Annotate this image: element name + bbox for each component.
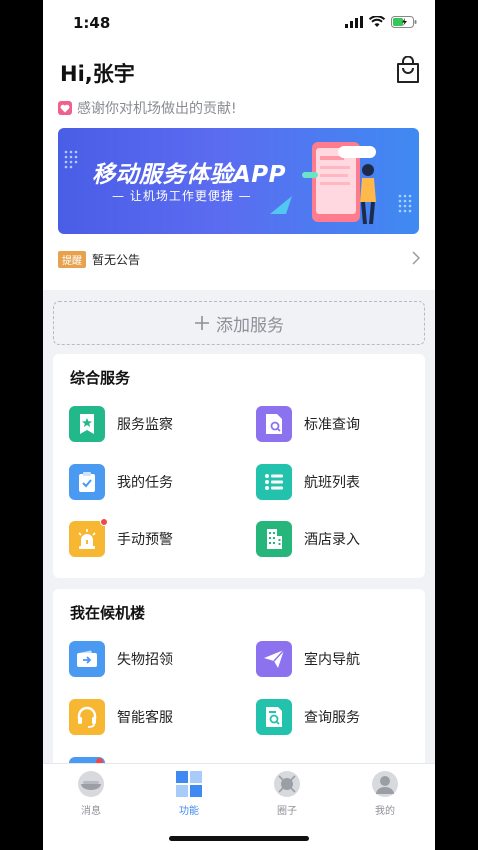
status-icons	[345, 16, 417, 28]
shopping-bag-icon[interactable]	[395, 56, 421, 84]
service-item[interactable]: 智能客服	[69, 699, 173, 735]
section-title: 综合服务	[70, 369, 131, 387]
service-item[interactable]: 手动预警	[69, 518, 173, 557]
service-label: 服务监察	[117, 417, 173, 433]
greeting-title: Hi,张宇	[60, 62, 135, 86]
user-icon	[372, 771, 398, 797]
phone-screen: 1:48 Hi,张宇 感谢你对机场做出的贡献! 移动服务体验APP — 让机场工…	[43, 0, 435, 850]
service-item[interactable]: 标准查询	[256, 406, 360, 442]
circle-icon	[274, 771, 300, 797]
tab-label: 功能	[179, 806, 199, 817]
tab-functions[interactable]: 功能	[159, 770, 219, 817]
tab-label: 圈子	[277, 806, 297, 817]
service-item[interactable]: 航班列表	[256, 464, 360, 500]
banner-subtitle: — 让机场工作更便捷 —	[112, 189, 252, 203]
notice-text: 暂无公告	[92, 252, 141, 267]
ticket-star-icon	[69, 406, 105, 442]
notice-tag: 提醒	[58, 250, 86, 268]
service-label: 标准查询	[304, 417, 360, 433]
status-bar: 1:48	[43, 0, 435, 44]
signal-icon	[345, 16, 363, 28]
promo-banner[interactable]: 移动服务体验APP — 让机场工作更便捷 —	[58, 128, 419, 234]
home-indicator	[169, 836, 309, 841]
service-item[interactable]: 酒店录入	[256, 521, 360, 557]
tab-label: 我的	[375, 806, 395, 817]
service-label: 失物招领	[117, 652, 173, 668]
add-service-label: 添加服务	[216, 315, 284, 336]
wifi-icon	[369, 16, 385, 27]
banner-title: 移动服务体验APP	[92, 162, 287, 188]
notification-dot	[100, 518, 108, 526]
service-item[interactable]: 失物招领	[69, 641, 173, 677]
message-icon	[78, 771, 104, 797]
list-icon	[256, 464, 292, 500]
paper-plane-icon	[256, 641, 292, 677]
service-item[interactable]: 服务监察	[69, 406, 173, 442]
document-search-icon	[256, 406, 292, 442]
plus-icon	[195, 316, 209, 330]
banner-phone-illustration	[302, 142, 376, 225]
service-label: 酒店录入	[304, 532, 360, 548]
chevron-right-icon	[412, 251, 420, 265]
notice-bar[interactable]: 提醒 暂无公告	[58, 250, 420, 268]
building-icon	[256, 521, 292, 557]
banner-dots-decoration	[64, 150, 78, 169]
alarm-icon	[69, 518, 108, 557]
tab-label: 消息	[81, 806, 101, 817]
service-label: 智能客服	[117, 710, 173, 726]
wallet-icon	[69, 641, 105, 677]
section-title: 我在候机楼	[70, 604, 146, 622]
service-label: 手动预警	[117, 532, 173, 548]
tab-messages[interactable]: 消息	[61, 770, 121, 817]
service-label: 查询服务	[304, 710, 360, 726]
service-item[interactable]: 我的任务	[69, 464, 173, 500]
thanks-line: 感谢你对机场做出的贡献!	[58, 98, 237, 118]
headset-icon	[69, 699, 105, 735]
heart-icon	[58, 101, 72, 115]
service-item[interactable]: 查询服务	[256, 699, 360, 735]
search-doc-icon	[256, 699, 292, 735]
status-time: 1:48	[73, 14, 111, 32]
grid-icon	[176, 771, 202, 797]
header-section: Hi,张宇 感谢你对机场做出的贡献! 移动服务体验APP — 让机场工作更便捷 …	[43, 44, 435, 290]
section-card-general: 综合服务 服务监察 标准查询 我的任务 航班列表 手动预警 酒店录入	[53, 354, 425, 578]
banner-dots-decoration-right	[398, 194, 412, 213]
banner-triangle-decoration	[270, 196, 292, 214]
service-label: 室内导航	[304, 652, 360, 668]
clipboard-check-icon	[69, 464, 105, 500]
service-label: 我的任务	[117, 475, 173, 491]
thanks-text: 感谢你对机场做出的贡献!	[77, 101, 237, 117]
section-card-terminal: 我在候机楼 失物招领 室内导航 智能客服 查询服务	[53, 589, 425, 789]
battery-icon	[391, 16, 417, 28]
add-service-button[interactable]: 添加服务	[53, 301, 425, 345]
service-item[interactable]: 室内导航	[256, 641, 360, 677]
service-label: 航班列表	[304, 475, 360, 491]
tab-circle[interactable]: 圈子	[257, 770, 317, 817]
tab-mine[interactable]: 我的	[355, 770, 415, 817]
